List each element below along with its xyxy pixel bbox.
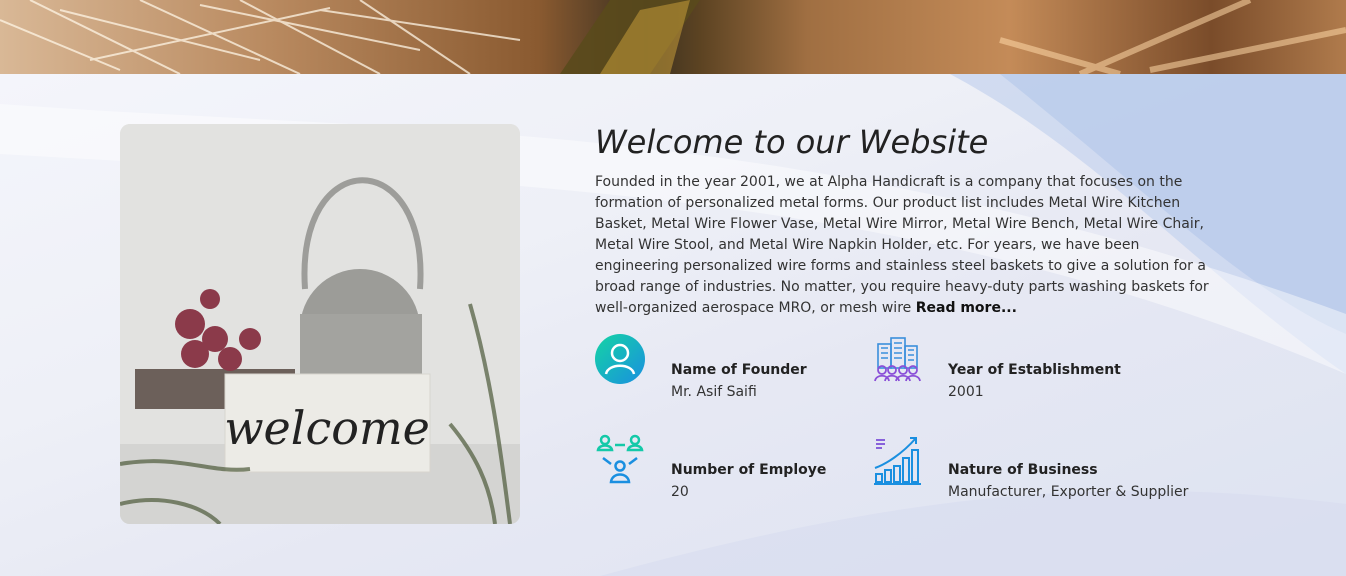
fact-label: Year of Establishment <box>948 362 1121 378</box>
fact-value: Mr. Asif Saifi <box>671 384 757 400</box>
fact-label: Name of Founder <box>671 362 807 378</box>
team-icon <box>596 434 644 484</box>
intro-text: Founded in the year 2001, we at Alpha Ha… <box>595 174 1209 316</box>
growth-chart-icon <box>874 437 921 485</box>
hero-banner-image <box>0 0 1346 74</box>
welcome-heading: Welcome to our Website <box>595 123 989 161</box>
welcome-photo: welcome <box>120 124 520 524</box>
fact-value: Manufacturer, Exporter & Supplier <box>948 484 1189 500</box>
fact-label: Nature of Business <box>948 462 1098 478</box>
fact-founder: Name of Founder Mr. Asif Saifi <box>595 334 855 400</box>
fact-employees: Number of Employe 20 <box>595 434 855 500</box>
read-more-link[interactable]: Read more... <box>916 300 1017 316</box>
fact-business: Nature of Business Manufacturer, Exporte… <box>872 434 1188 500</box>
fact-established: Year of Establishment 2001 <box>872 334 1132 400</box>
fact-label: Number of Employe <box>671 462 827 478</box>
welcome-sign-text: welcome <box>224 401 430 455</box>
fact-value: 20 <box>671 484 689 500</box>
building-icon <box>874 337 921 382</box>
founder-icon <box>595 334 645 384</box>
fact-value: 2001 <box>948 384 984 400</box>
about-section: welcome Welcome to our Website Founded i… <box>0 74 1346 576</box>
intro-paragraph: Founded in the year 2001, we at Alpha Ha… <box>595 172 1225 319</box>
